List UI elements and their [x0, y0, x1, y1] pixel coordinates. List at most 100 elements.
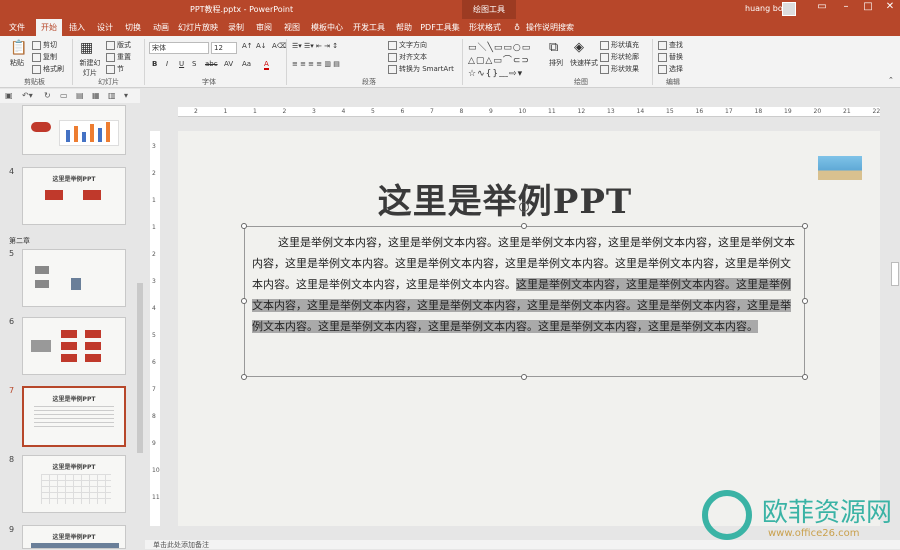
shape-fill-button[interactable]: 形状填充: [600, 40, 639, 50]
body-text[interactable]: 这里是举例文本内容，这里是举例文本内容。这里是举例文本内容，这里是举例文本内容，…: [252, 232, 797, 337]
tab-insert[interactable]: 插入: [64, 19, 90, 36]
reset-button[interactable]: 重置: [106, 52, 131, 62]
select-button[interactable]: 选择: [658, 64, 683, 74]
bold-button[interactable]: B: [152, 60, 157, 68]
tab-template-center[interactable]: 模板中心: [308, 19, 346, 36]
resize-handle[interactable]: [802, 374, 808, 380]
shape-effects-button[interactable]: 形状效果: [600, 64, 639, 74]
tab-home[interactable]: 开始: [36, 19, 62, 36]
italic-button[interactable]: I: [166, 60, 168, 68]
beach-image[interactable]: [818, 156, 862, 180]
resize-handle[interactable]: [802, 223, 808, 229]
tab-record[interactable]: 录制: [224, 19, 248, 36]
tab-slideshow[interactable]: 幻灯片放映: [178, 19, 218, 36]
quick-styles-icon[interactable]: ◈: [574, 40, 584, 55]
tab-design[interactable]: 设计: [92, 19, 118, 36]
maximize-icon[interactable]: □: [860, 1, 876, 12]
save-icon[interactable]: ▣: [5, 91, 13, 100]
slideshow-icon[interactable]: ▭: [60, 91, 68, 100]
ruler-tick-label: 6: [400, 108, 405, 115]
resize-handle[interactable]: [241, 223, 247, 229]
minimize-icon[interactable]: –: [838, 1, 854, 12]
strikethrough-button[interactable]: abc: [205, 60, 218, 68]
tab-transitions[interactable]: 切换: [120, 19, 146, 36]
slide-thumbnail[interactable]: [22, 249, 126, 307]
tab-file[interactable]: 文件: [4, 19, 30, 36]
shadow-button[interactable]: S: [192, 60, 196, 68]
format-painter-button[interactable]: 格式刷: [32, 64, 64, 74]
touch-mode-icon[interactable]: ▥: [108, 91, 116, 100]
tab-animations[interactable]: 动画: [148, 19, 174, 36]
shapes-gallery[interactable]: ▭＼╲▭▭○▭ △▢△▭⌒⊂⊃ ☆∿{}﹏⇨▾: [468, 40, 531, 79]
resize-handle[interactable]: [241, 298, 247, 304]
clear-format-icon[interactable]: A⌫: [272, 42, 287, 50]
slide-title[interactable]: 这里是举例PPT: [340, 174, 670, 223]
close-icon[interactable]: ✕: [882, 1, 898, 12]
font-size-select[interactable]: 12: [211, 42, 237, 54]
section-label[interactable]: 第二章: [9, 236, 30, 246]
tab-shape-format[interactable]: 形状格式: [466, 19, 504, 36]
slide-number: 5: [9, 249, 15, 258]
replace-button[interactable]: 替换: [658, 52, 683, 62]
qat-more-icon[interactable]: ▾: [124, 91, 128, 100]
ribbon-display-icon[interactable]: ▭: [814, 1, 830, 12]
new-slide-icon[interactable]: ▦: [80, 40, 93, 56]
customize-icon[interactable]: ▦: [92, 91, 100, 100]
font-color-button[interactable]: A: [264, 60, 269, 70]
scrollbar-thumb[interactable]: [891, 262, 899, 286]
grow-font-icon[interactable]: A↑: [242, 42, 253, 50]
tab-view[interactable]: 视图: [280, 19, 304, 36]
cut-button[interactable]: 剪切: [32, 40, 57, 50]
layout-button[interactable]: 版式: [106, 40, 131, 50]
align-icons[interactable]: ≡ ≡ ≡ ≡ ▥ ▤: [292, 60, 340, 68]
font-name-select[interactable]: 宋体: [149, 42, 209, 54]
section-button[interactable]: 节: [106, 64, 124, 74]
rotate-handle-icon[interactable]: [519, 202, 529, 212]
slide-thumbnail[interactable]: [22, 317, 126, 375]
tell-me-search[interactable]: 操作说明搜索: [526, 19, 574, 36]
avatar[interactable]: [782, 2, 796, 16]
underline-button[interactable]: U: [179, 60, 184, 68]
tab-developer[interactable]: 开发工具: [350, 19, 388, 36]
vertical-scrollbar[interactable]: [890, 107, 900, 527]
slide-thumbnail[interactable]: [22, 105, 126, 155]
collapse-ribbon-icon[interactable]: ⌃: [888, 76, 894, 84]
smartart-button[interactable]: 转换为 SmartArt: [388, 64, 454, 74]
watermark: 欧菲资源网 www.office26.com: [700, 488, 900, 549]
slide-thumbnail[interactable]: 这里是举例PPT: [22, 455, 126, 513]
shape-outline-button[interactable]: 形状轮廓: [600, 52, 639, 62]
arrange-button[interactable]: 排列: [549, 58, 563, 68]
resize-handle[interactable]: [521, 223, 527, 229]
undo-icon[interactable]: ↶▾: [22, 91, 33, 100]
tab-review[interactable]: 审阅: [252, 19, 276, 36]
slide-thumbnail[interactable]: 这里是举例PPT: [22, 525, 126, 549]
align-text-label: 对齐文本: [399, 53, 427, 61]
char-spacing-button[interactable]: AV: [224, 60, 233, 68]
print-preview-icon[interactable]: ▤: [76, 91, 84, 100]
redo-icon[interactable]: ↻: [44, 91, 51, 100]
thumbnail-scrollbar[interactable]: [137, 283, 143, 453]
find-button[interactable]: 查找: [658, 40, 683, 50]
slide-thumbnail[interactable]: 这里是举例PPT: [22, 167, 126, 225]
change-case-button[interactable]: Aa: [242, 60, 251, 68]
arrange-icon[interactable]: ⧉: [549, 40, 558, 55]
ruler-tick-label: 2: [194, 108, 198, 115]
copy-button[interactable]: 复制: [32, 52, 57, 62]
user-name[interactable]: huang bo: [745, 4, 783, 13]
paste-button[interactable]: 粘贴: [10, 58, 24, 68]
text-direction-button[interactable]: 文字方向: [388, 40, 427, 50]
tab-pdf-tools[interactable]: PDF工具集: [420, 19, 460, 36]
align-text-button[interactable]: 对齐文本: [388, 52, 427, 62]
new-slide-button[interactable]: 新建幻灯片: [78, 58, 102, 78]
resize-handle[interactable]: [521, 374, 527, 380]
slide-number: 4: [9, 167, 15, 176]
tab-help[interactable]: 帮助: [392, 19, 416, 36]
slide-thumbnail-selected[interactable]: 这里是举例PPT: [22, 386, 126, 447]
resize-handle[interactable]: [241, 374, 247, 380]
paste-icon[interactable]: 📋: [10, 40, 27, 56]
resize-handle[interactable]: [802, 298, 808, 304]
shrink-font-icon[interactable]: A↓: [256, 42, 267, 50]
bullets-icon[interactable]: ☰▾ ☰▾ ⇤ ⇥ ↕: [292, 42, 338, 50]
smartart-icon: [388, 64, 397, 74]
quick-styles-button[interactable]: 快速样式: [570, 58, 598, 68]
